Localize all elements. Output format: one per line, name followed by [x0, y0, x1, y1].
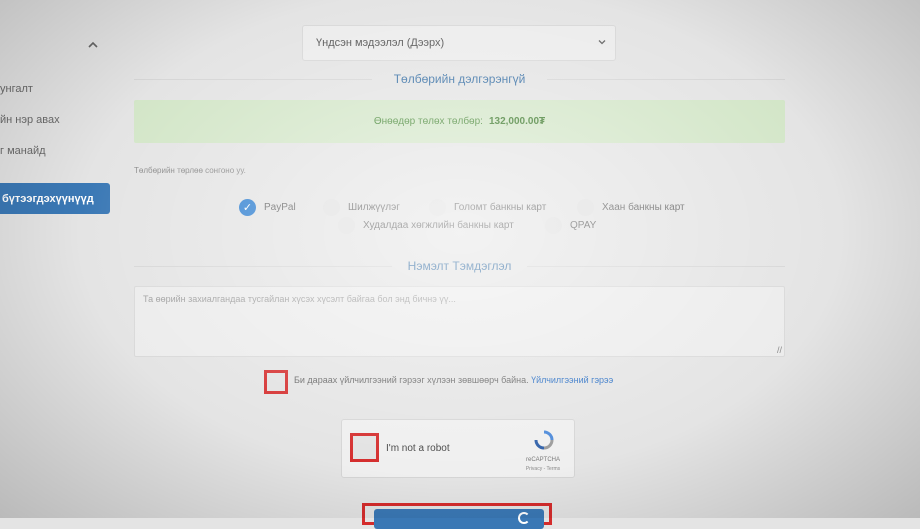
radio-khan-card[interactable]: Хаан банкны карт — [577, 199, 685, 216]
radio-label: Худалдаа хөгжлийн банкны карт — [363, 220, 514, 231]
sidebar: унгалт йн нэр авах г манайд бүтээгдэхүүн… — [0, 0, 112, 518]
radio-label: PayPal — [264, 202, 296, 213]
radio-qpay[interactable]: QPAY — [545, 217, 596, 234]
radio-golomt-card[interactable]: Голомт банкны карт — [429, 199, 546, 216]
chevron-up-icon[interactable] — [86, 38, 100, 52]
sidebar-item-3[interactable]: г манайд — [0, 145, 46, 157]
recaptcha-links[interactable]: Privacy - Terms — [518, 466, 568, 472]
recaptcha-label: I'm not a robot — [386, 443, 450, 454]
radio-transfer[interactable]: Шилжүүлэг — [323, 199, 400, 216]
spinner-icon — [518, 512, 530, 524]
info-source-select[interactable]: Үндсэн мэдээлэл (Дээрх) — [302, 25, 616, 61]
checkmark-icon: ✓ — [239, 199, 256, 216]
sidebar-active-label: бүтээгдэхүүнүүд — [2, 192, 94, 205]
recaptcha-widget: I'm not a robot reCAPTCHA Privacy - Term… — [341, 419, 575, 478]
resize-grip-icon[interactable]: // — [777, 345, 782, 355]
divider — [134, 266, 392, 267]
divider — [527, 266, 785, 267]
notes-textarea[interactable]: Та өөрийн захиалгандаа тусгайлан хүсэх х… — [134, 286, 785, 357]
radio-circle — [577, 199, 594, 216]
radio-circle — [323, 199, 340, 216]
radio-circle — [429, 199, 446, 216]
sidebar-item-products-active[interactable]: бүтээгдэхүүнүүд — [0, 183, 110, 214]
recaptcha-brand: reCAPTCHA — [525, 457, 560, 463]
terms-label: Би дараах үйлчилгээний гэрээг хүлээн зөв… — [294, 375, 529, 385]
radio-label: QPAY — [570, 220, 597, 231]
radio-label: Голомт банкны карт — [454, 202, 547, 213]
sidebar-item-2[interactable]: йн нэр авах — [0, 114, 60, 126]
submit-button[interactable] — [374, 509, 544, 529]
recaptcha-checkbox[interactable] — [350, 433, 379, 462]
radio-circle — [338, 217, 355, 234]
radio-paypal[interactable]: ✓ PayPal — [239, 199, 296, 216]
payment-method-hint: Төлбөрийн төрлөө сонгоно уу. — [134, 166, 246, 175]
info-source-select-value: Үндсэн мэдээлэл (Дээрх) — [316, 37, 445, 49]
chevron-down-icon — [597, 37, 607, 50]
radio-label: Хаан банкны карт — [602, 202, 685, 213]
radio-circle — [545, 217, 562, 234]
sidebar-item-1[interactable]: унгалт — [0, 83, 33, 95]
terms-link[interactable]: Үйлчилгээний гэрээ — [531, 375, 613, 385]
radio-label: Шилжүүлэг — [348, 202, 400, 213]
recaptcha-logo-icon — [532, 430, 556, 450]
notes-placeholder: Та өөрийн захиалгандаа тусгайлан хүсэх х… — [143, 294, 456, 304]
divider — [134, 79, 372, 80]
divider — [547, 79, 785, 80]
payment-due-label: Өнөөдөр төлөх төлбөр: — [373, 116, 483, 127]
payment-due-amount: 132,000.00₮ — [488, 116, 546, 127]
terms-checkbox[interactable] — [264, 370, 288, 394]
radio-tdb-card[interactable]: Худалдаа хөгжлийн банкны карт — [338, 217, 514, 234]
payment-due-box: Өнөөдөр төлөх төлбөр: 132,000.00₮ — [134, 100, 785, 143]
terms-text: Би дараах үйлчилгээний гэрээг хүлээн зөв… — [294, 375, 613, 385]
